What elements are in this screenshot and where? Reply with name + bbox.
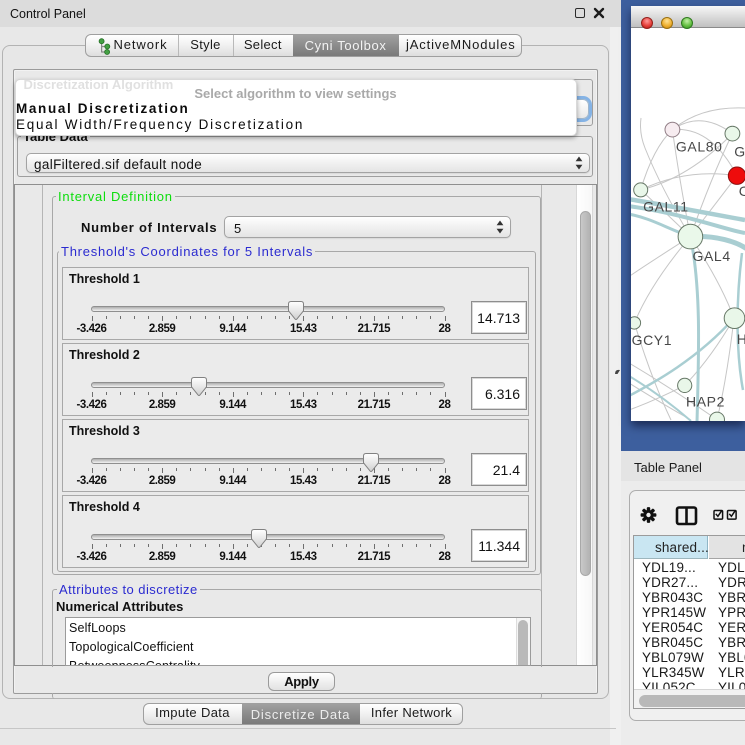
svg-text:G.: G. <box>734 143 745 159</box>
svg-text:GAL80: GAL80 <box>676 139 723 155</box>
svg-text:C: C <box>739 183 745 199</box>
svg-text:HAP2: HAP2 <box>686 394 725 410</box>
svg-text:GAL11: GAL11 <box>643 199 689 215</box>
svg-text:H: H <box>737 331 745 347</box>
svg-text:GAL4: GAL4 <box>693 248 731 264</box>
svg-text:GCY1: GCY1 <box>632 332 673 348</box>
